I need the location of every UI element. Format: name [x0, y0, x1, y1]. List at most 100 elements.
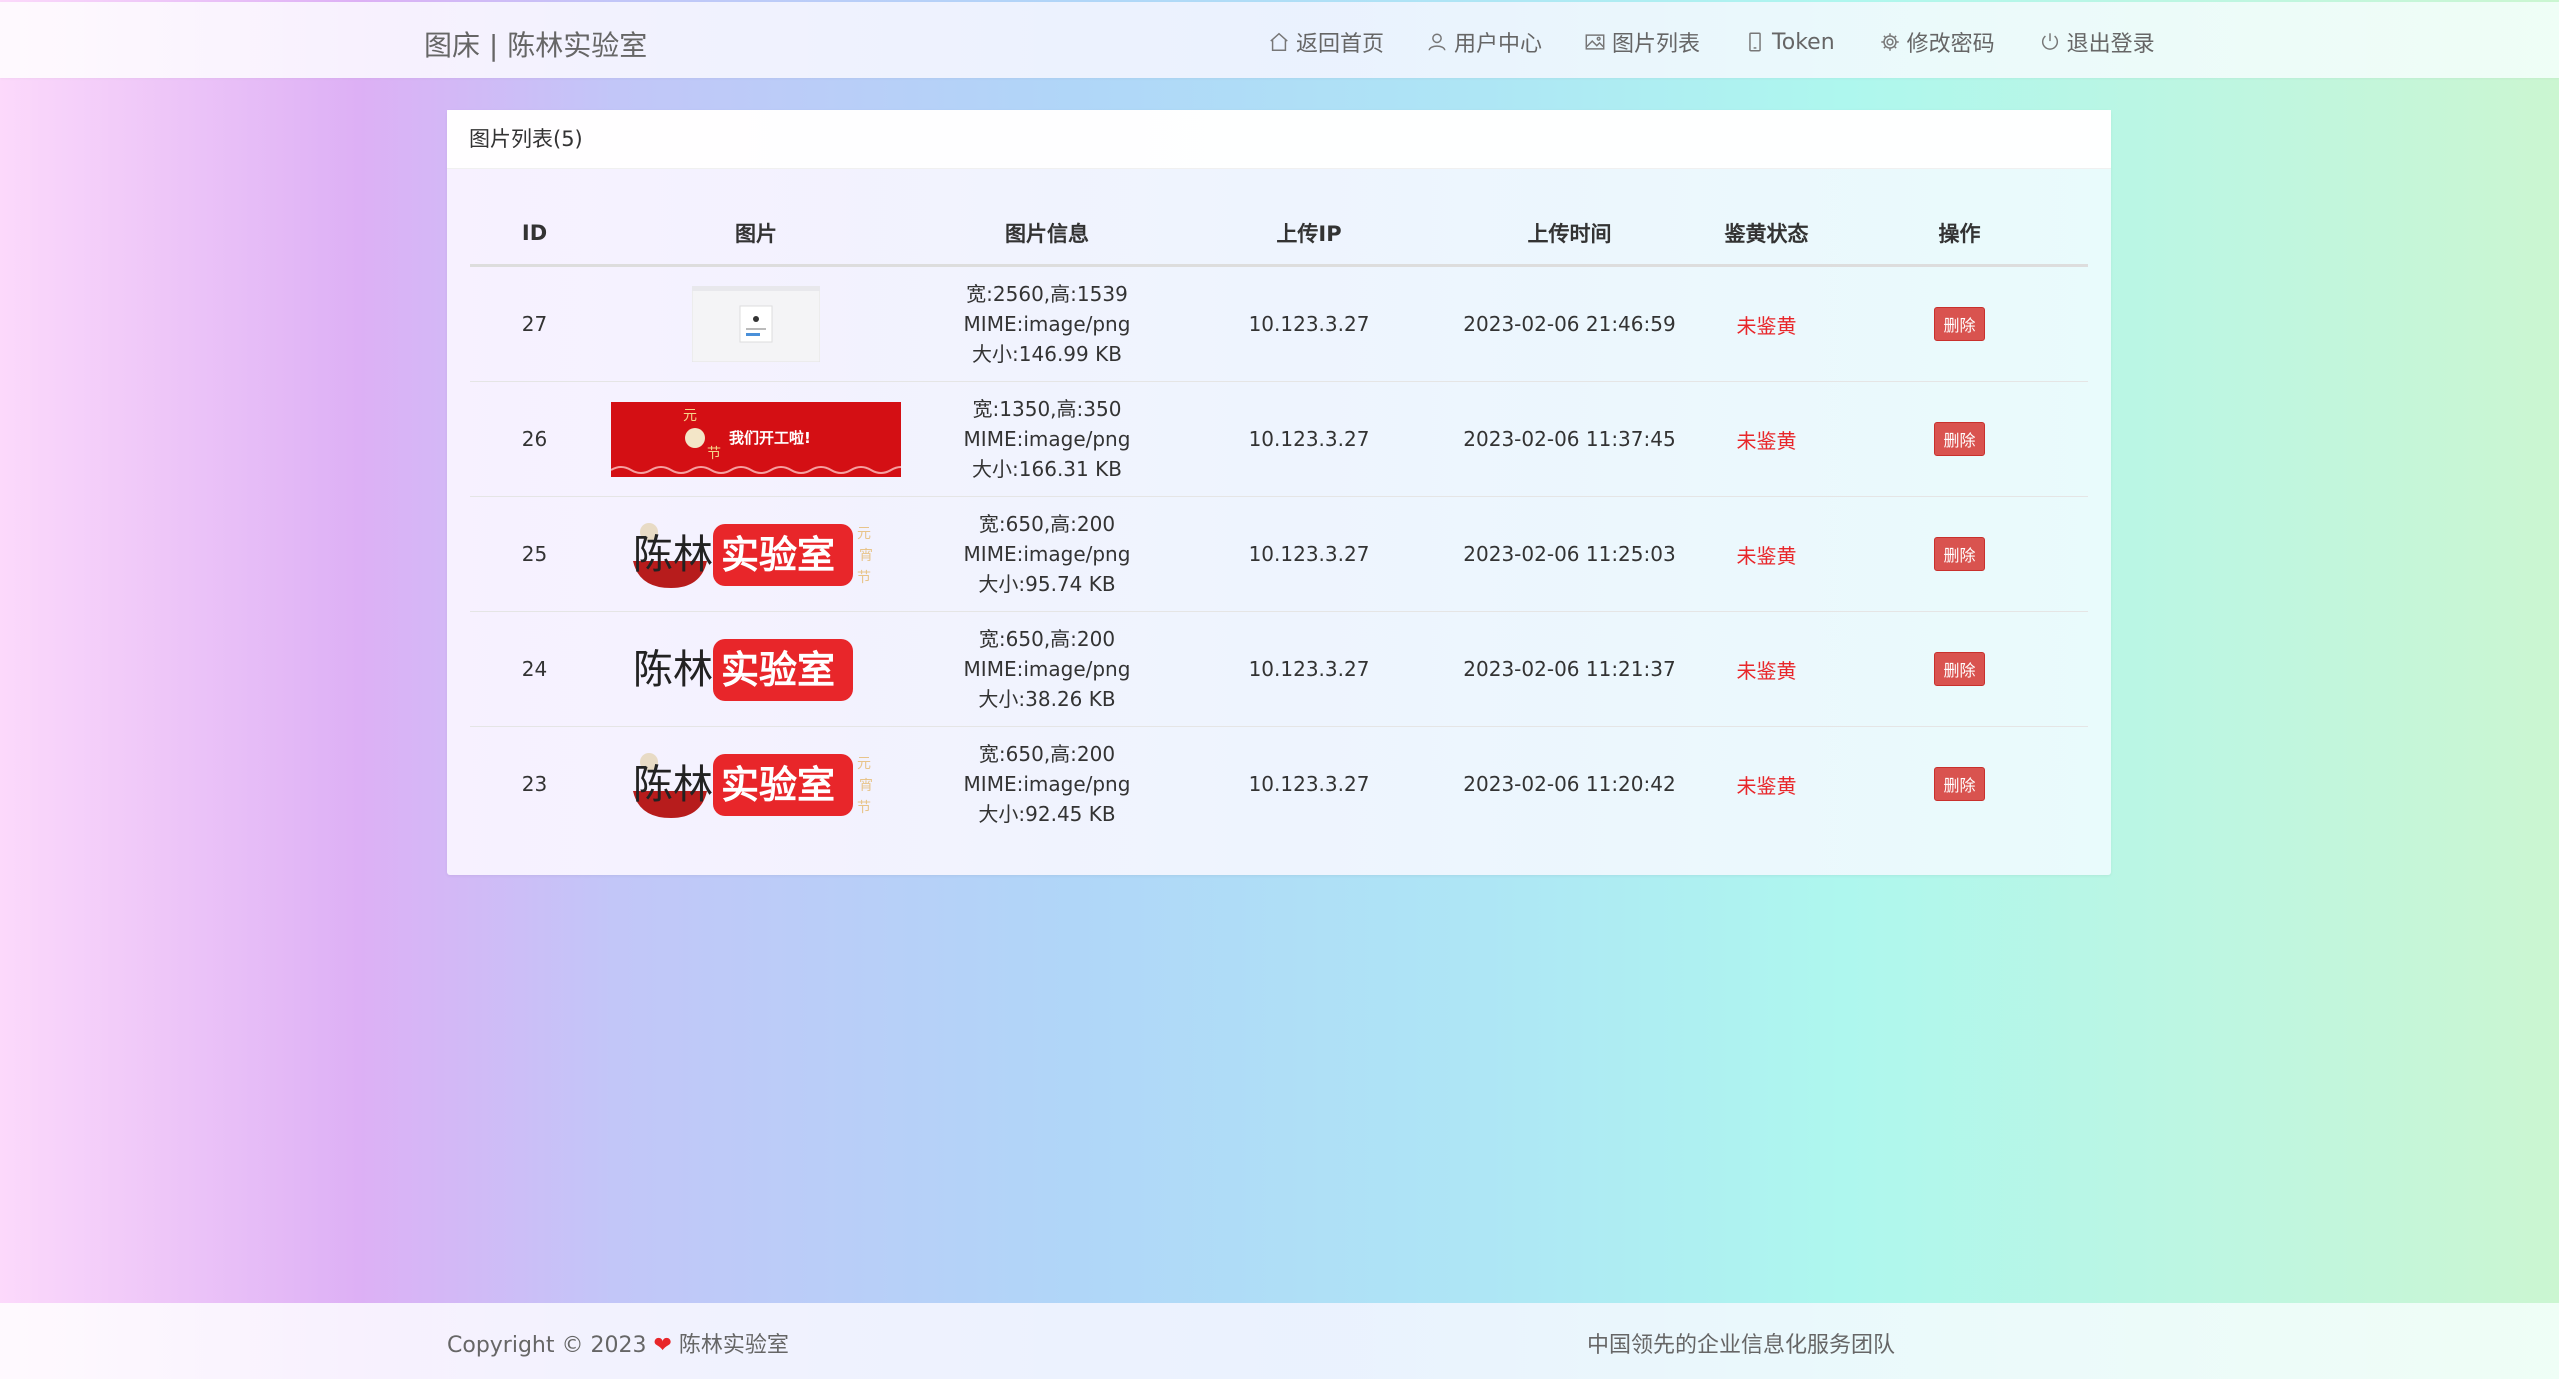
- cell-info: 宽:650,高:200 MIME:image/png 大小:95.74 KB: [913, 496, 1181, 612]
- info-dimensions: 宽:2560,高:1539: [966, 282, 1128, 306]
- table-row: 24 陈林 实验室 宽:650,高:200 MIME:image/png 大小:…: [470, 611, 2088, 727]
- info-dimensions: 宽:650,高:200: [978, 512, 1116, 536]
- gear-icon: [1880, 33, 1899, 51]
- col-header-ip: 上传IP: [1181, 202, 1437, 267]
- nav-user-center[interactable]: 用户中心: [1426, 26, 1542, 58]
- cell-id: 25: [470, 496, 599, 612]
- logo-thumbnail[interactable]: 陈林 实验室 元 宵 节: [631, 516, 881, 592]
- info-size: 大小:166.31 KB: [972, 457, 1122, 481]
- info-size: 大小:92.45 KB: [978, 802, 1116, 826]
- info-mime: MIME:image/png: [963, 312, 1131, 336]
- image-list-panel: 图片列表(5) ID 图片 图片信息 上传IP 上传时间 鉴黄状态 操作 27: [447, 110, 2111, 875]
- svg-text:元: 元: [857, 756, 871, 772]
- cell-image: 元 节 我们开工啦!: [599, 381, 913, 497]
- cell-time: 2023-02-06 21:46:59: [1437, 265, 1702, 382]
- phone-icon: [1749, 32, 1761, 52]
- logo-left-text: 陈林: [633, 762, 713, 808]
- home-icon: [1270, 32, 1288, 51]
- info-mime: MIME:image/png: [963, 427, 1131, 451]
- cell-time: 2023-02-06 11:37:45: [1437, 381, 1702, 497]
- panel-title: 图片列表(5): [447, 110, 2111, 169]
- svg-text:宵: 宵: [859, 547, 873, 564]
- cell-image: 陈林 实验室 元 宵 节: [599, 496, 913, 612]
- logo-thumbnail[interactable]: 陈林 实验室: [631, 631, 881, 707]
- nav-token[interactable]: Token: [1744, 26, 1835, 58]
- nav-token-label: Token: [1772, 29, 1835, 55]
- cell-time: 2023-02-06 11:21:37: [1437, 611, 1702, 727]
- delete-button[interactable]: 删除: [1934, 767, 1985, 801]
- info-dimensions: 宽:1350,高:350: [972, 397, 1122, 421]
- top-navbar: 图床 | 陈林实验室 返回首页 用户中心 图片列表 Token 修改密码 退出登…: [0, 2, 2559, 78]
- cell-action: 删除: [1831, 265, 2088, 382]
- col-header-action: 操作: [1831, 202, 2088, 267]
- table-row: 23 陈林 实验室 元 宵 节 宽:650,高:200 MIME:image/p…: [470, 727, 2088, 842]
- cell-info: 宽:2560,高:1539 MIME:image/png 大小:146.99 K…: [913, 265, 1181, 382]
- nav-logout-label: 退出登录: [2066, 32, 2155, 57]
- table-row: 27 宽:2560,高:1539 MIME:image/png 大小:146.9…: [470, 265, 2088, 382]
- cell-image: [599, 265, 913, 382]
- nav-image-list-label: 图片列表: [1612, 32, 1701, 57]
- cell-info: 宽:1350,高:350 MIME:image/png 大小:166.31 KB: [913, 381, 1181, 497]
- cell-ip: 10.123.3.27: [1181, 265, 1437, 382]
- col-header-status: 鉴黄状态: [1702, 202, 1831, 267]
- cell-action: 删除: [1831, 381, 2088, 497]
- nav-home[interactable]: 返回首页: [1268, 26, 1384, 58]
- cell-id: 27: [470, 265, 599, 382]
- logo-left-text: 陈林: [633, 532, 713, 578]
- cell-status: 未鉴黄: [1702, 496, 1831, 612]
- col-header-id: ID: [470, 202, 599, 267]
- info-dimensions: 宽:650,高:200: [978, 742, 1116, 766]
- cell-id: 24: [470, 611, 599, 727]
- delete-button[interactable]: 删除: [1934, 652, 1985, 686]
- svg-text:节: 节: [857, 570, 871, 586]
- delete-button[interactable]: 删除: [1934, 307, 1985, 341]
- lab-name: 陈林实验室: [678, 1333, 789, 1358]
- nav-logout[interactable]: 退出登录: [2039, 26, 2155, 58]
- cell-ip: 10.123.3.27: [1181, 611, 1437, 727]
- copyright: Copyright © 2023 ❤ 陈林实验室: [447, 1327, 789, 1359]
- info-size: 大小:146.99 KB: [972, 342, 1122, 366]
- cell-time: 2023-02-06 11:20:42: [1463, 772, 1676, 796]
- cell-status: 未鉴黄: [1736, 773, 1797, 798]
- footer-slogan: 中国领先的企业信息化服务团队: [1587, 1333, 1896, 1358]
- svg-text:节: 节: [707, 446, 721, 462]
- info-dimensions: 宽:650,高:200: [978, 627, 1116, 651]
- brand-title[interactable]: 图床 | 陈林实验室: [424, 24, 647, 64]
- screenshot-thumbnail[interactable]: [692, 286, 820, 362]
- logo-thumbnail[interactable]: 陈林 实验室 元 宵 节: [631, 746, 881, 822]
- logo-right-text: 实验室: [721, 648, 835, 692]
- info-size: 大小:95.74 KB: [978, 572, 1116, 596]
- cell-status: 未鉴黄: [1702, 381, 1831, 497]
- nav-change-password[interactable]: 修改密码: [1879, 26, 1995, 58]
- cell-info: 宽:650,高:200 MIME:image/png 大小:38.26 KB: [913, 611, 1181, 727]
- banner-text: 我们开工啦!: [729, 429, 811, 447]
- cell-action: 删除: [1831, 727, 2088, 842]
- col-header-info: 图片信息: [913, 202, 1181, 267]
- table-row: 26 元 节 我们开工啦! 宽:1350,高:350 MIME:image/pn…: [470, 381, 2088, 497]
- delete-button[interactable]: 删除: [1934, 537, 1985, 571]
- nav-menu: 返回首页 用户中心 图片列表 Token 修改密码 退出登录: [1268, 26, 2155, 58]
- logo-left-text: 陈林: [633, 647, 713, 693]
- info-mime: MIME:image/png: [963, 542, 1131, 566]
- banner-thumbnail[interactable]: 元 节 我们开工啦!: [611, 401, 901, 477]
- info-mime: MIME:image/png: [963, 772, 1131, 796]
- cell-info: 宽:650,高:200 MIME:image/png 大小:92.45 KB: [913, 727, 1181, 842]
- info-size: 大小:38.26 KB: [978, 687, 1116, 711]
- logo-right-text: 实验室: [721, 763, 835, 807]
- cell-action: 删除: [1831, 496, 2088, 612]
- nav-home-label: 返回首页: [1296, 32, 1385, 57]
- svg-text:元: 元: [857, 526, 871, 542]
- delete-button[interactable]: 删除: [1934, 422, 1985, 456]
- cell-image: 陈林 实验室 元 宵 节: [599, 727, 913, 842]
- svg-text:宵: 宵: [859, 777, 873, 794]
- col-header-time: 上传时间: [1437, 202, 1702, 267]
- cell-ip: 10.123.3.27: [1181, 381, 1437, 497]
- heart-icon: ❤: [653, 1333, 672, 1358]
- nav-image-list[interactable]: 图片列表: [1584, 26, 1700, 58]
- copyright-text: Copyright © 2023: [447, 1333, 647, 1358]
- table-header-row: ID 图片 图片信息 上传IP 上传时间 鉴黄状态 操作: [470, 202, 2088, 267]
- image-icon: [1585, 34, 1605, 50]
- cell-id: 26: [470, 381, 599, 497]
- nav-user-center-label: 用户中心: [1454, 32, 1543, 57]
- user-icon: [1428, 33, 1446, 51]
